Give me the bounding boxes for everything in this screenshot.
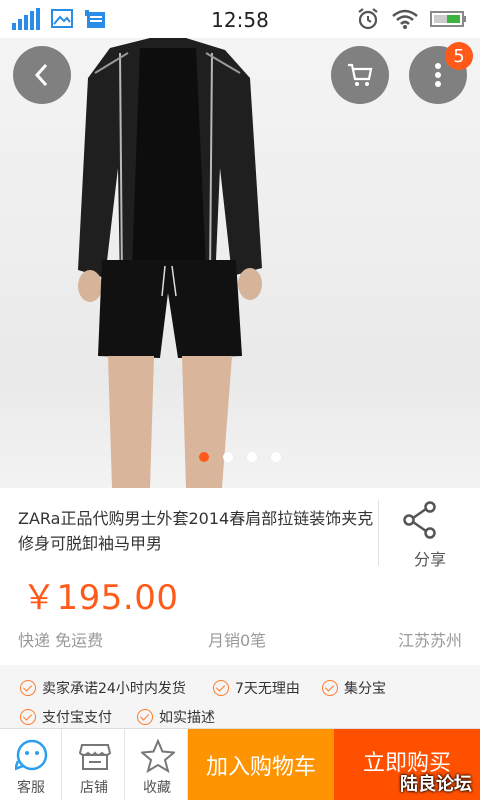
back-button[interactable] [13, 46, 71, 104]
store-icon [78, 744, 112, 770]
share-divider [378, 500, 379, 566]
forum-watermark: 陆良论坛 [400, 774, 472, 795]
carousel-dot[interactable] [223, 452, 233, 462]
carousel-dot[interactable] [247, 452, 257, 462]
product-title-block: ZARa正品代购男士外套2014春肩部拉链装饰夹克修身可脱卸袖马甲男 分享 [0, 488, 480, 569]
alarm-icon [358, 8, 378, 30]
share-icon [403, 501, 436, 539]
customer-service-label: 客服 [17, 780, 45, 796]
product-price: ￥195.00 [22, 578, 179, 618]
check-circle-icon [20, 680, 36, 696]
bottom-action-bar: 客服 店铺 收藏 加入购物车 立即购买 陆良论坛 [0, 728, 480, 800]
shop-button[interactable]: 店铺 [63, 729, 125, 800]
customer-service-button[interactable]: 客服 [0, 729, 62, 800]
notification-badge: 5 [445, 42, 473, 70]
favorite-button[interactable]: 收藏 [126, 729, 188, 800]
share-label: 分享 [413, 550, 446, 569]
product-meta-row: 快递 免运费 月销0笔 江苏苏州 [0, 627, 480, 657]
service-guarantees[interactable]: 卖家承诺24小时内发货 7天无理由 集分宝 支付宝支付 如实描述 [0, 665, 480, 728]
shopping-cart-icon [348, 63, 373, 86]
seller-location: 江苏苏州 [397, 631, 462, 650]
more-vertical-icon [435, 63, 441, 87]
carousel-indicator [0, 452, 480, 462]
wifi-icon [392, 9, 418, 29]
guarantee-label: 支付宝支付 [42, 710, 112, 726]
status-right-icons [356, 7, 468, 31]
check-circle-icon [137, 709, 153, 725]
check-circle-icon [213, 680, 229, 696]
shipping-info: 快递 免运费 [18, 631, 104, 650]
carousel-dot[interactable] [199, 452, 209, 462]
cart-button[interactable] [331, 46, 389, 104]
add-to-cart-button[interactable]: 加入购物车 [188, 729, 334, 800]
shop-label: 店铺 [80, 780, 108, 796]
star-icon [141, 739, 175, 773]
carousel-dot[interactable] [271, 452, 281, 462]
guarantee-label: 集分宝 [344, 681, 386, 697]
guarantee-item: 卖家承诺24小时内发货 [20, 678, 186, 698]
guarantee-label: 7天无理由 [235, 681, 300, 697]
guarantee-label: 卖家承诺24小时内发货 [42, 681, 186, 697]
product-photo [78, 38, 262, 488]
favorite-label: 收藏 [143, 780, 171, 796]
battery-icon [430, 11, 466, 27]
share-button[interactable]: 分享 [380, 500, 480, 569]
chat-bubble-icon [15, 739, 48, 771]
monthly-sales: 月销0笔 [208, 631, 267, 650]
product-title: ZARa正品代购男士外套2014春肩部拉链装饰夹克修身可脱卸袖马甲男 [18, 509, 374, 553]
guarantee-item: 集分宝 [322, 678, 386, 698]
guarantee-item: 7天无理由 [213, 678, 300, 698]
chevron-left-icon [34, 63, 48, 87]
status-bar: 12:58 [0, 0, 480, 38]
guarantee-item: 支付宝支付 [20, 707, 112, 727]
product-image-carousel[interactable]: 5 [0, 38, 480, 488]
guarantee-label: 如实描述 [159, 710, 215, 726]
check-circle-icon [322, 680, 338, 696]
guarantee-item: 如实描述 [137, 707, 215, 727]
check-circle-icon [20, 709, 36, 725]
